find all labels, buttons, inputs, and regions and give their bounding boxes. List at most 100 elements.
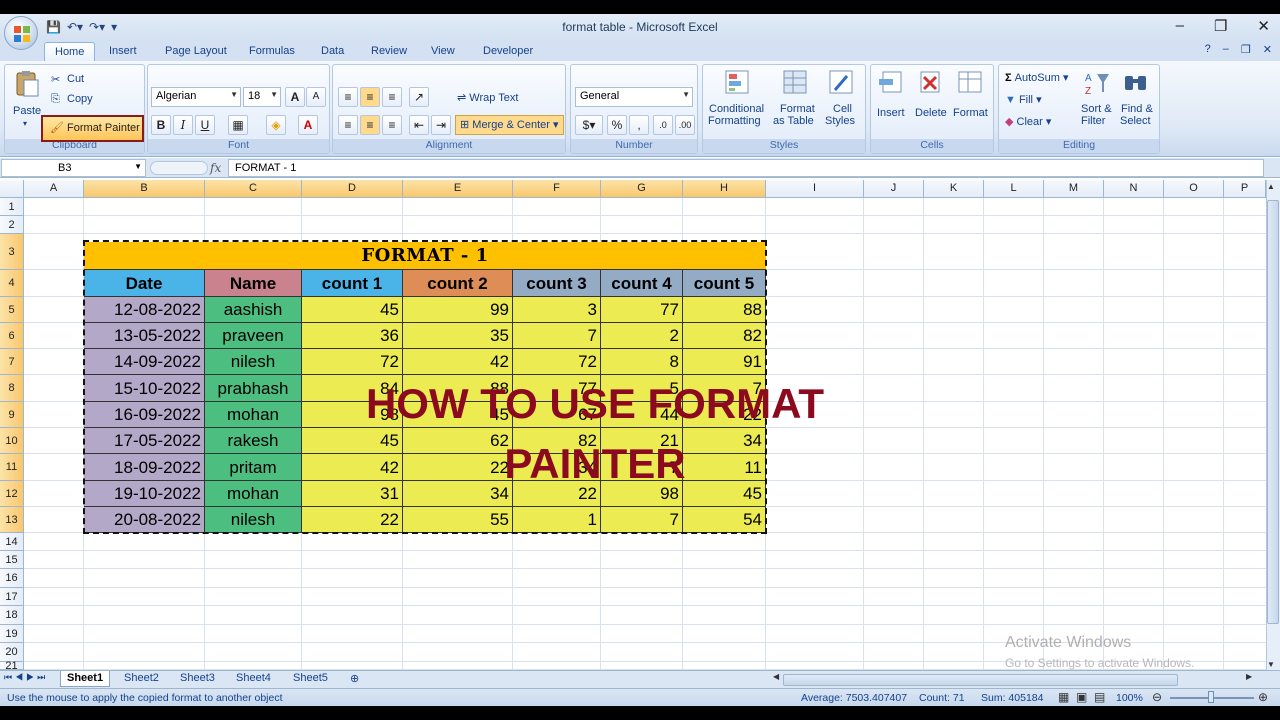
format-cells-icon[interactable] [955,68,985,98]
table-cell[interactable]: 3 [513,297,601,323]
formula-input[interactable]: FORMAT - 1 [228,159,1264,177]
scroll-right-icon[interactable]: ▶ [1246,672,1252,681]
row-header-21[interactable]: 21 [0,661,24,672]
copy-button[interactable]: Copy [67,93,93,105]
column-header-j[interactable]: J [864,180,924,198]
view-page-break-icon[interactable]: ▤ [1094,690,1105,704]
row-header-15[interactable]: 15 [0,551,24,569]
sheet-tab-3[interactable]: Sheet3 [174,671,221,687]
table-cell[interactable]: 7 [513,323,601,349]
table-cell[interactable]: 54 [683,507,766,533]
delete-cells-icon[interactable] [915,68,945,98]
table-cell[interactable]: 7 [601,507,683,533]
table-cell[interactable]: mohan [205,402,302,428]
insert-button[interactable]: Insert [877,107,905,119]
borders-icon[interactable]: ▦ [228,115,248,135]
table-header-cell[interactable]: count 1 [302,270,403,297]
row-header-10[interactable]: 10 [0,428,24,454]
row-header-4[interactable]: 4 [0,270,24,297]
column-header-l[interactable]: L [984,180,1044,198]
column-header-i[interactable]: I [766,180,864,198]
sheet-nav-arrows-icon[interactable]: ⏮◀▶⏭ [4,672,48,683]
table-header-cell[interactable]: count 4 [601,270,683,297]
wrap-text-button[interactable]: ⇌ Wrap Text [457,91,518,104]
sheet-tab-1[interactable]: Sheet1 [60,671,111,687]
cell-styles-button[interactable]: Cell [833,103,852,115]
table-cell[interactable]: 35 [403,323,513,349]
table-cell[interactable]: 72 [513,349,601,375]
scroll-left-icon[interactable]: ◀ [773,672,779,681]
zoom-in-icon[interactable]: ⊕ [1258,690,1268,704]
align-middle-icon[interactable]: ≡ [360,87,380,107]
fill-button[interactable]: ▼ Fill ▾ [1005,93,1042,106]
table-cell[interactable]: 82 [683,323,766,349]
table-cell[interactable]: 19-10-2022 [84,481,205,507]
help-icon[interactable]: ? [1205,43,1211,56]
row-header-13[interactable]: 13 [0,507,24,533]
zoom-level[interactable]: 100% [1116,692,1143,704]
column-header-e[interactable]: E [403,180,513,198]
currency-icon[interactable]: $▾ [575,115,603,135]
table-header-cell[interactable]: count 2 [403,270,513,297]
row-header-18[interactable]: 18 [0,606,24,625]
align-left-icon[interactable]: ≡ [338,115,358,135]
table-cell[interactable]: 99 [403,297,513,323]
insert-cells-icon[interactable] [877,68,907,98]
table-cell[interactable]: 77 [601,297,683,323]
align-top-icon[interactable]: ≡ [338,87,358,107]
table-cell[interactable]: nilesh [205,349,302,375]
row-header-8[interactable]: 8 [0,375,24,402]
restore-icon[interactable]: ❐ [1214,17,1227,35]
format-as-table-icon[interactable] [781,68,811,98]
table-cell[interactable]: 1 [513,507,601,533]
tab-home[interactable]: Home [44,42,96,61]
table-title-cell[interactable]: FORMAT - 1 [84,242,766,270]
column-header-k[interactable]: K [924,180,984,198]
wb-close-icon[interactable]: ✕ [1263,43,1272,56]
view-page-layout-icon[interactable]: ▣ [1076,690,1087,704]
tab-review[interactable]: Review [371,42,407,61]
sheet-tab-5[interactable]: Sheet5 [287,671,334,687]
row-header-2[interactable]: 2 [0,216,24,234]
close-icon[interactable]: ✕ [1257,17,1270,35]
table-header-cell[interactable]: Name [205,270,302,297]
align-right-icon[interactable]: ≡ [382,115,402,135]
merge-center-button[interactable]: ⊞ Merge & Center ▾ [455,115,564,135]
table-header-cell[interactable]: count 5 [683,270,766,297]
zoom-out-icon[interactable]: ⊖ [1152,690,1162,704]
table-cell[interactable]: 12-08-2022 [84,297,205,323]
minimize-icon[interactable]: – [1176,17,1184,35]
sheet-tab-4[interactable]: Sheet4 [230,671,277,687]
format-button[interactable]: Format [953,107,988,119]
row-header-19[interactable]: 19 [0,625,24,643]
wb-minimize-icon[interactable]: – [1223,43,1229,56]
column-header-p[interactable]: P [1224,180,1266,198]
table-cell[interactable]: 88 [683,297,766,323]
conditional-formatting-icon[interactable] [723,68,753,98]
wb-restore-icon[interactable]: ❐ [1241,43,1251,56]
vertical-scroll-thumb[interactable] [1267,200,1279,624]
table-cell[interactable]: nilesh [205,507,302,533]
table-cell[interactable]: 2 [601,323,683,349]
column-header-h[interactable]: H [683,180,766,198]
sheet-tab-2[interactable]: Sheet2 [118,671,165,687]
column-header-a[interactable]: A [24,180,84,198]
align-center-icon[interactable]: ≡ [360,115,380,135]
table-cell[interactable]: 8 [601,349,683,375]
row-header-12[interactable]: 12 [0,481,24,507]
orientation-icon[interactable]: ↗ [409,87,429,107]
column-header-d[interactable]: D [302,180,403,198]
scroll-down-icon[interactable]: ▼ [1267,660,1275,669]
column-header-n[interactable]: N [1104,180,1164,198]
align-bottom-icon[interactable]: ≡ [382,87,402,107]
table-cell[interactable]: 45 [302,297,403,323]
decrease-indent-icon[interactable]: ⇤ [409,115,429,135]
find-select-button[interactable]: Find & [1121,103,1153,115]
row-header-3[interactable]: 3 [0,234,24,270]
copy-icon[interactable]: ⎘ [51,93,60,106]
font-size-select[interactable]: 18 ▼ [243,87,281,107]
table-cell[interactable]: 13-05-2022 [84,323,205,349]
table-cell[interactable]: 22 [302,507,403,533]
row-header-6[interactable]: 6 [0,323,24,349]
cut-button[interactable]: Cut [67,73,84,85]
